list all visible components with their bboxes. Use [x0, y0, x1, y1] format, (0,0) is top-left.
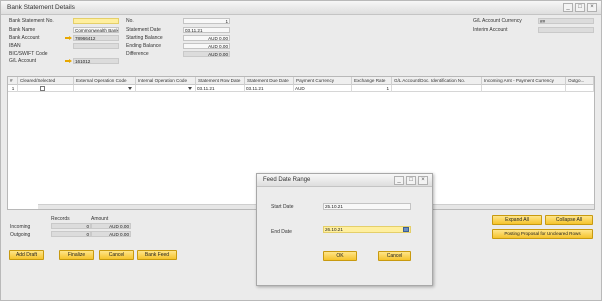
gl-account-label: G/L Account	[9, 58, 37, 64]
col-header-row-number[interactable]: #	[8, 77, 18, 85]
minimize-button[interactable]: _	[563, 3, 573, 12]
col-header-payment-currency[interactable]: Payment Currency	[294, 77, 352, 85]
dialog-cancel-button[interactable]: Cancel	[378, 251, 411, 261]
bank-name-label: Bank Name	[9, 27, 36, 33]
difference-field: AUD 0.00	[183, 51, 230, 57]
calendar-icon[interactable]	[403, 227, 409, 232]
external-operation-code-cell[interactable]	[74, 85, 136, 92]
col-header-outgoing-amount[interactable]: Outgo...	[566, 77, 594, 85]
bank-account-label: Bank Account	[9, 35, 40, 41]
dialog-title: Feed Date Range	[263, 177, 311, 183]
outgoing-amount-field: AUD 0.00	[91, 231, 131, 237]
interim-account-label: Interim Account	[473, 27, 508, 33]
maximize-button[interactable]: □	[575, 3, 585, 12]
dialog-titlebar[interactable]: Feed Date Range _ □ ×	[257, 174, 432, 187]
end-date-label: End Date	[271, 229, 292, 235]
col-header-incoming-amount[interactable]: Incoming Amt - Payment Currency	[482, 77, 566, 85]
add-draft-button[interactable]: Add Draft	[9, 250, 44, 260]
incoming-amount-field: AUD 0.00	[91, 223, 131, 229]
outgoing-label: Outgoing	[10, 232, 31, 238]
window-title: Bank Statement Details	[7, 4, 75, 11]
bank-feed-button[interactable]: Bank Feed	[137, 250, 177, 260]
gl-account-link-arrow-icon[interactable]	[65, 59, 72, 63]
dialog-minimize-button[interactable]: _	[394, 176, 404, 185]
col-header-cleared-selected[interactable]: Cleared/Selected	[18, 77, 74, 85]
difference-label: Difference	[126, 51, 149, 57]
col-header-external-operation-code[interactable]: External Operation Code	[74, 77, 136, 85]
no-label: No.	[126, 18, 134, 24]
ending-balance-label: Ending Balance	[126, 43, 162, 49]
internal-operation-code-cell[interactable]	[136, 85, 196, 92]
outgoing-records-field: 0	[51, 231, 91, 237]
posting-proposal-button[interactable]: Posting Proposal for Uncleared Rows	[492, 229, 593, 239]
iban-label: IBAN	[9, 43, 21, 49]
bank-account-field[interactable]: 78966412	[73, 35, 119, 41]
bank-statement-no-label: Bank Statement No.	[9, 18, 54, 24]
cleared-checkbox[interactable]	[40, 86, 45, 91]
iban-field[interactable]	[73, 43, 119, 49]
col-header-exchange-rate[interactable]: Exchange Rate	[352, 77, 392, 85]
incoming-label: Incoming	[10, 224, 31, 230]
records-header: Records	[51, 216, 70, 222]
gl-account-field[interactable]: 161012	[73, 58, 119, 64]
close-button[interactable]: ×	[587, 3, 597, 12]
gl-account-currency-label: G/L Account Currency	[473, 18, 522, 24]
payment-currency-cell[interactable]: AUD	[294, 85, 352, 92]
start-date-label: Start Date	[271, 204, 294, 210]
dialog-close-button[interactable]: ×	[418, 176, 428, 185]
start-date-field[interactable]: 25.10.21	[323, 203, 411, 210]
dialog-maximize-button[interactable]: □	[406, 176, 416, 185]
col-header-internal-operation-code[interactable]: Internal Operation Code	[136, 77, 196, 85]
finalize-button[interactable]: Finalize	[59, 250, 94, 260]
col-header-statement-due-date[interactable]: Statement Due Date	[245, 77, 294, 85]
table-row[interactable]: 1 03.11.21 03.11.21 AUD 1	[8, 85, 594, 92]
collapse-all-button[interactable]: Collapse All	[545, 215, 593, 225]
ok-button[interactable]: OK	[323, 251, 357, 261]
outgoing-amount-cell[interactable]	[566, 85, 594, 92]
expand-all-button[interactable]: Expand All	[492, 215, 542, 225]
bic-swift-label: BIC/SWIFT Code	[9, 51, 48, 57]
incoming-records-field: 0	[51, 223, 91, 229]
starting-balance-field[interactable]: AUD 0.00	[183, 35, 230, 41]
bank-name-field[interactable]: Commonwealth Bank	[73, 27, 119, 33]
col-header-statement-row-date[interactable]: Statement Row Date	[196, 77, 245, 85]
no-field[interactable]: 1	[183, 18, 230, 24]
col-header-gl-account[interactable]: G/L Account/Doc. Identification No.	[392, 77, 482, 85]
starting-balance-label: Starting Balance	[126, 35, 163, 41]
bank-statement-no-field[interactable]	[73, 18, 119, 24]
statement-date-field[interactable]: 03.11.21	[183, 27, 230, 33]
gl-account-currency-field: ##	[538, 18, 594, 24]
ending-balance-field[interactable]: AUD 0.00	[183, 43, 230, 49]
bank-account-link-arrow-icon[interactable]	[65, 36, 72, 40]
interim-account-field[interactable]	[538, 27, 594, 33]
cancel-button[interactable]: Cancel	[99, 250, 134, 260]
cleared-selected-cell	[18, 85, 74, 92]
chevron-down-icon[interactable]	[128, 87, 132, 90]
statement-date-label: Statement Date	[126, 27, 161, 33]
statement-row-date-cell[interactable]: 03.11.21	[196, 85, 245, 92]
end-date-field[interactable]: 26.10.21	[323, 226, 411, 233]
exchange-rate-cell[interactable]: 1	[352, 85, 392, 92]
window-titlebar[interactable]: Bank Statement Details _ □ ×	[1, 1, 601, 15]
row-number-cell: 1	[8, 85, 18, 92]
grid-header: # Cleared/Selected External Operation Co…	[8, 77, 594, 85]
amount-header: Amount	[91, 216, 109, 222]
incoming-amount-cell[interactable]	[482, 85, 566, 92]
feed-date-range-dialog: Feed Date Range _ □ × Start Date 25.10.2…	[256, 173, 433, 286]
chevron-down-icon[interactable]	[188, 87, 192, 90]
end-date-value: 26.10.21	[325, 227, 343, 232]
statement-due-date-cell[interactable]: 03.11.21	[245, 85, 294, 92]
gl-account-cell[interactable]	[392, 85, 482, 92]
